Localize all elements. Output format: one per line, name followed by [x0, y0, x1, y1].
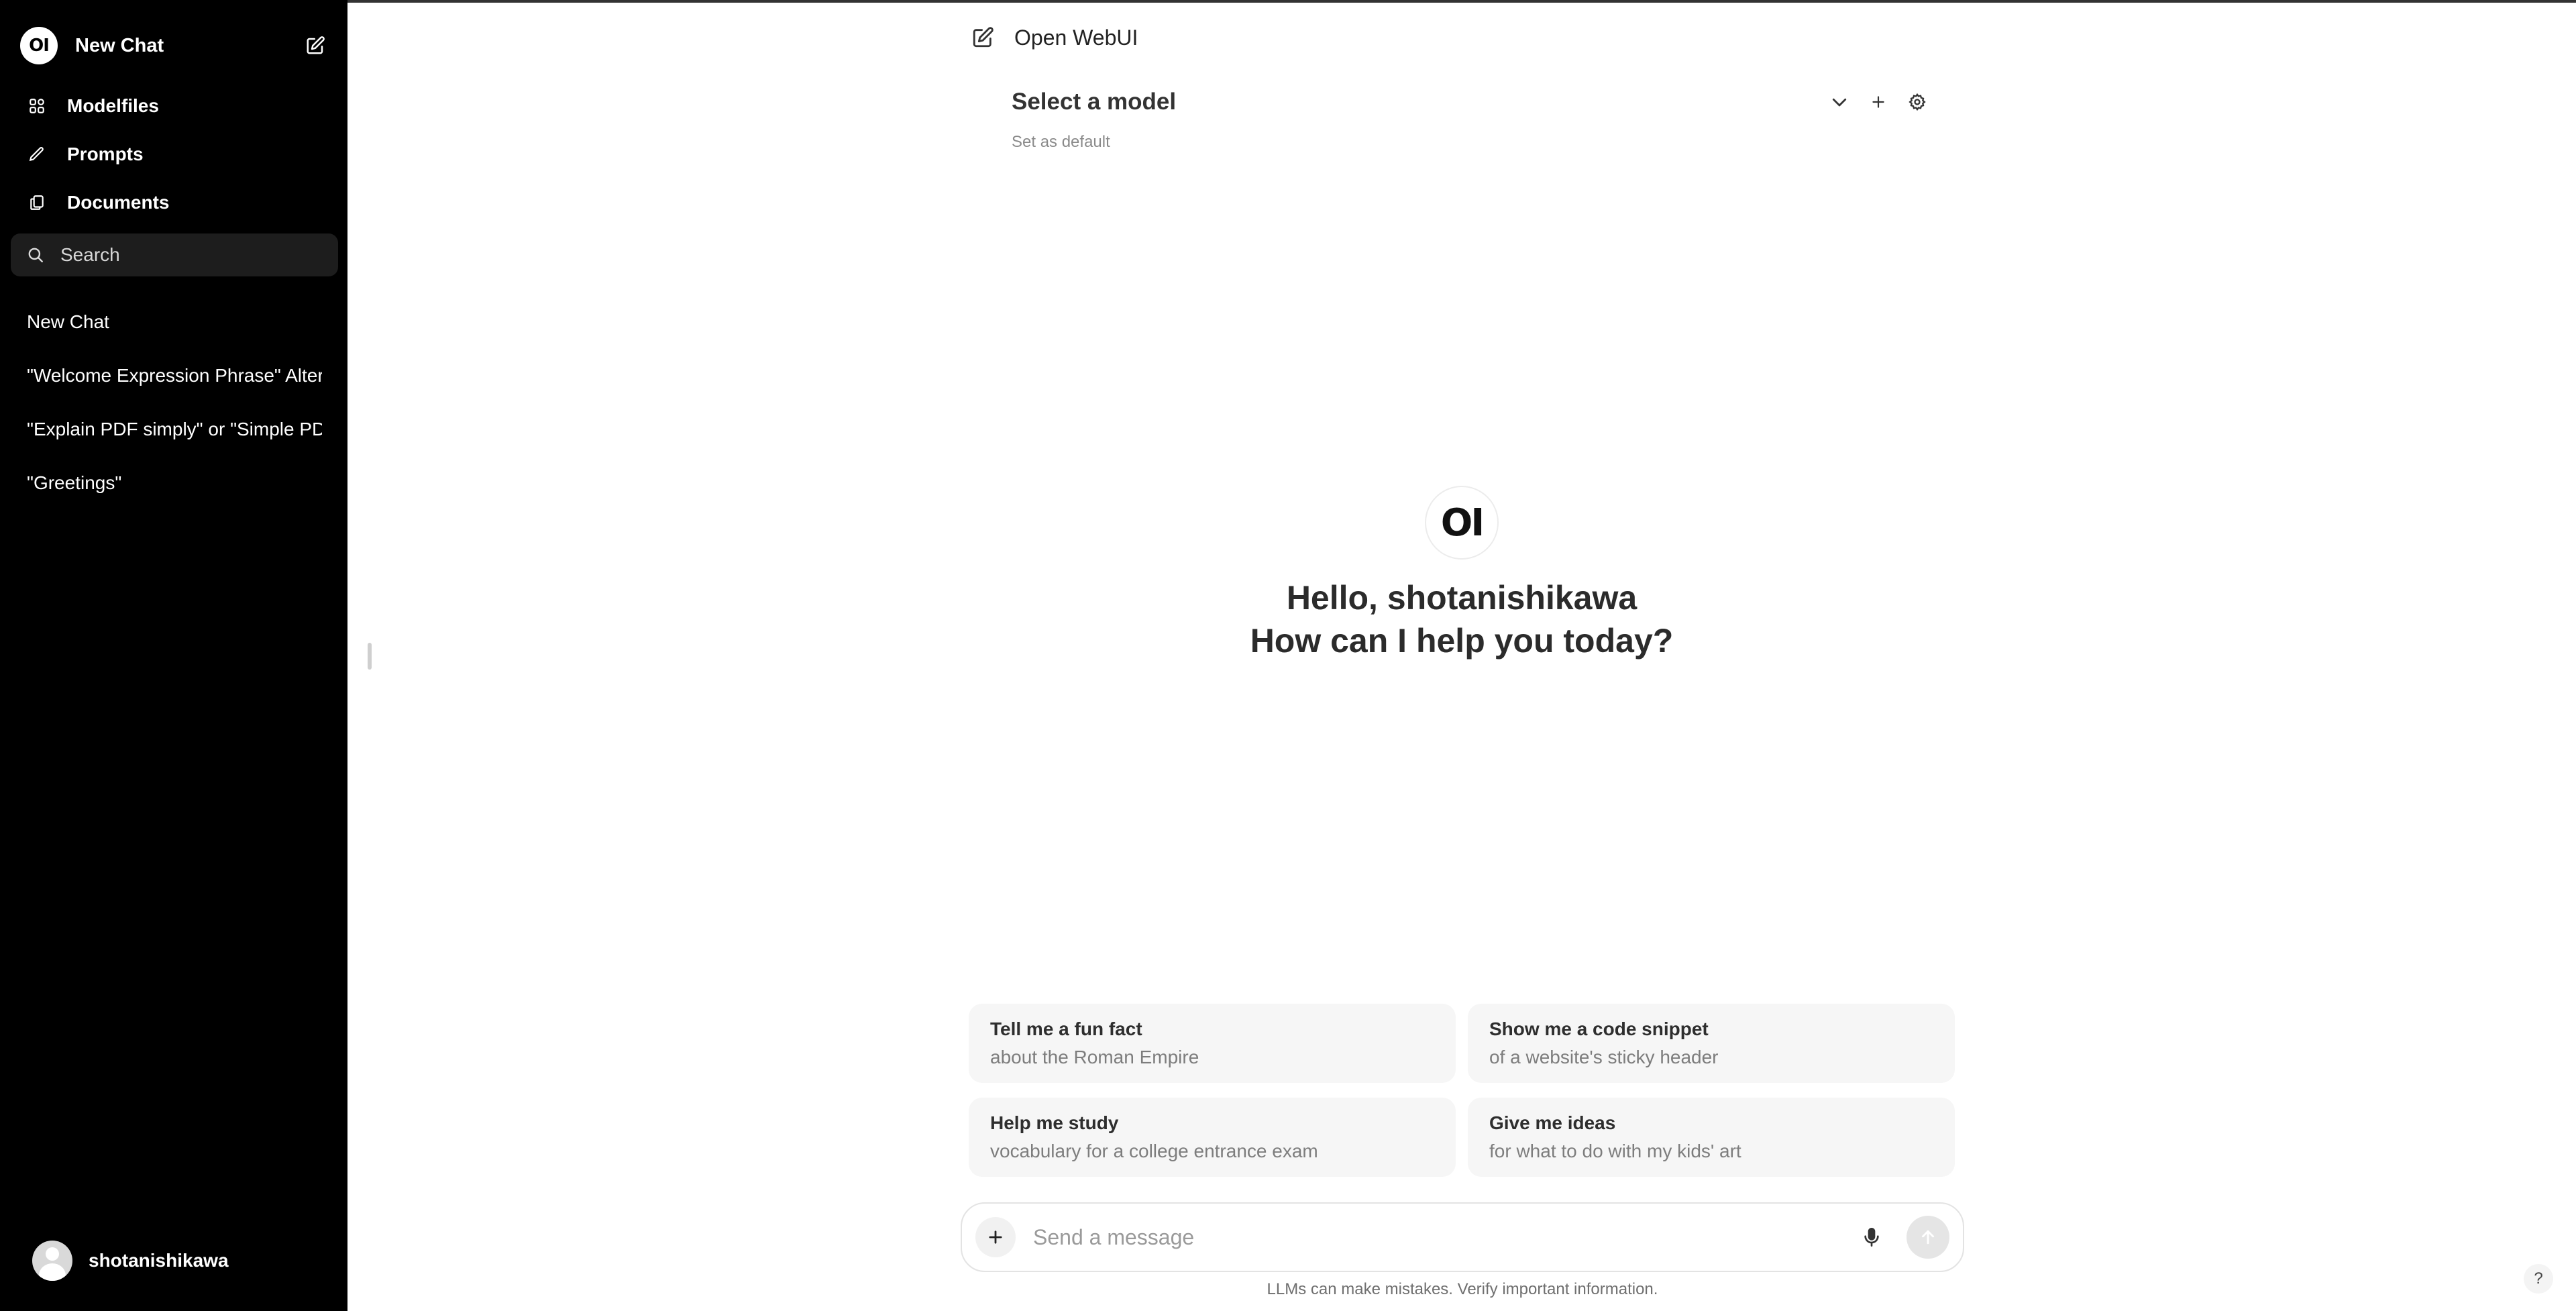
documents-icon [27, 193, 47, 213]
suggestion-title: Tell me a fun fact [990, 1018, 1142, 1039]
model-selector-row: Select a model [1012, 85, 1931, 119]
add-model-icon[interactable] [1865, 89, 1892, 115]
sidebar-item-label: Modelfiles [67, 95, 159, 116]
disclaimer-text: LLMs can make mistakes. Verify important… [1267, 1280, 1658, 1298]
suggestion-card[interactable]: Tell me a fun fact about the Roman Empir… [969, 1004, 1456, 1083]
pencil-icon [27, 144, 47, 164]
main-titlebar: Open WebUI [971, 23, 1138, 52]
send-button[interactable] [1907, 1216, 1949, 1259]
suggestion-subtitle: for what to do with my kids' art [1489, 1141, 1741, 1161]
sidebar-item-modelfiles[interactable]: Modelfiles [27, 82, 335, 130]
app-window: OI New Chat Modelfiles Prompts Documents… [0, 0, 2576, 1311]
main-panel: Open WebUI Select a model Set as default… [347, 0, 2576, 1311]
sidebar-header: OI New Chat [20, 25, 329, 66]
sidebar-nav: Modelfiles Prompts Documents [27, 82, 335, 227]
chat-history-item[interactable]: "Greetings" [27, 456, 322, 510]
chat-history-item[interactable]: "Explain PDF simply" or "Simple PDF Expl… [27, 403, 322, 456]
sidebar-item-label: Prompts [67, 144, 144, 164]
chat-history-item[interactable]: "Welcome Expression Phrase" Alternatives [27, 349, 322, 403]
suggestion-title: Help me study [990, 1112, 1119, 1133]
sidebar-item-label: Documents [67, 192, 170, 213]
gear-icon[interactable] [1904, 89, 1931, 115]
message-composer [961, 1202, 1964, 1272]
user-menu[interactable]: shotanishikawa [32, 1240, 229, 1281]
suggestion-grid: Tell me a fun fact about the Roman Empir… [969, 1004, 1955, 1177]
attach-plus-button[interactable] [975, 1217, 1016, 1257]
suggestion-card[interactable]: Give me ideas for what to do with my kid… [1468, 1098, 1955, 1177]
suggestion-card[interactable]: Show me a code snippet of a website's st… [1468, 1004, 1955, 1083]
new-chat-button[interactable]: New Chat [75, 35, 302, 57]
new-chat-edit-icon[interactable] [971, 25, 996, 50]
user-name: shotanishikawa [89, 1250, 229, 1271]
model-selector[interactable]: Select a model [1012, 89, 1814, 115]
chat-history-list: New Chat "Welcome Expression Phrase" Alt… [27, 295, 322, 510]
sidebar-item-prompts[interactable]: Prompts [27, 130, 335, 178]
sidebar: OI New Chat Modelfiles Prompts Documents… [0, 0, 347, 1311]
sidebar-search[interactable] [11, 233, 338, 276]
modelfiles-icon [27, 96, 47, 116]
suggestion-title: Show me a code snippet [1489, 1018, 1709, 1039]
sidebar-resize-handle[interactable] [368, 643, 372, 670]
greeting-heading: Hello, shotanishikawa [1286, 579, 1638, 617]
hero-logo: OI [1425, 486, 1499, 560]
suggestion-card[interactable]: Help me study vocabulary for a college e… [969, 1098, 1456, 1177]
microphone-icon[interactable] [1857, 1222, 1886, 1252]
model-tools [1814, 89, 1931, 115]
chevron-down-icon[interactable] [1826, 89, 1853, 115]
suggestion-subtitle: of a website's sticky header [1489, 1047, 1719, 1067]
help-button[interactable]: ? [2524, 1264, 2553, 1294]
new-chat-edit-icon[interactable] [302, 32, 329, 59]
window-top-edge [347, 0, 2576, 3]
chat-history-item[interactable]: New Chat [27, 295, 322, 349]
search-input[interactable] [60, 244, 315, 266]
suggestion-subtitle: vocabulary for a college entrance exam [990, 1141, 1318, 1161]
message-input[interactable] [1033, 1224, 1857, 1250]
avatar [32, 1241, 72, 1281]
suggestion-subtitle: about the Roman Empire [990, 1047, 1199, 1067]
set-as-default-link[interactable]: Set as default [1012, 133, 1110, 152]
search-icon [27, 245, 47, 265]
app-logo[interactable]: OI [20, 27, 58, 64]
suggestion-title: Give me ideas [1489, 1112, 1616, 1133]
sidebar-item-documents[interactable]: Documents [27, 178, 335, 227]
greeting-subheading: How can I help you today? [1250, 622, 1674, 660]
page-title: Open WebUI [1014, 25, 1138, 50]
